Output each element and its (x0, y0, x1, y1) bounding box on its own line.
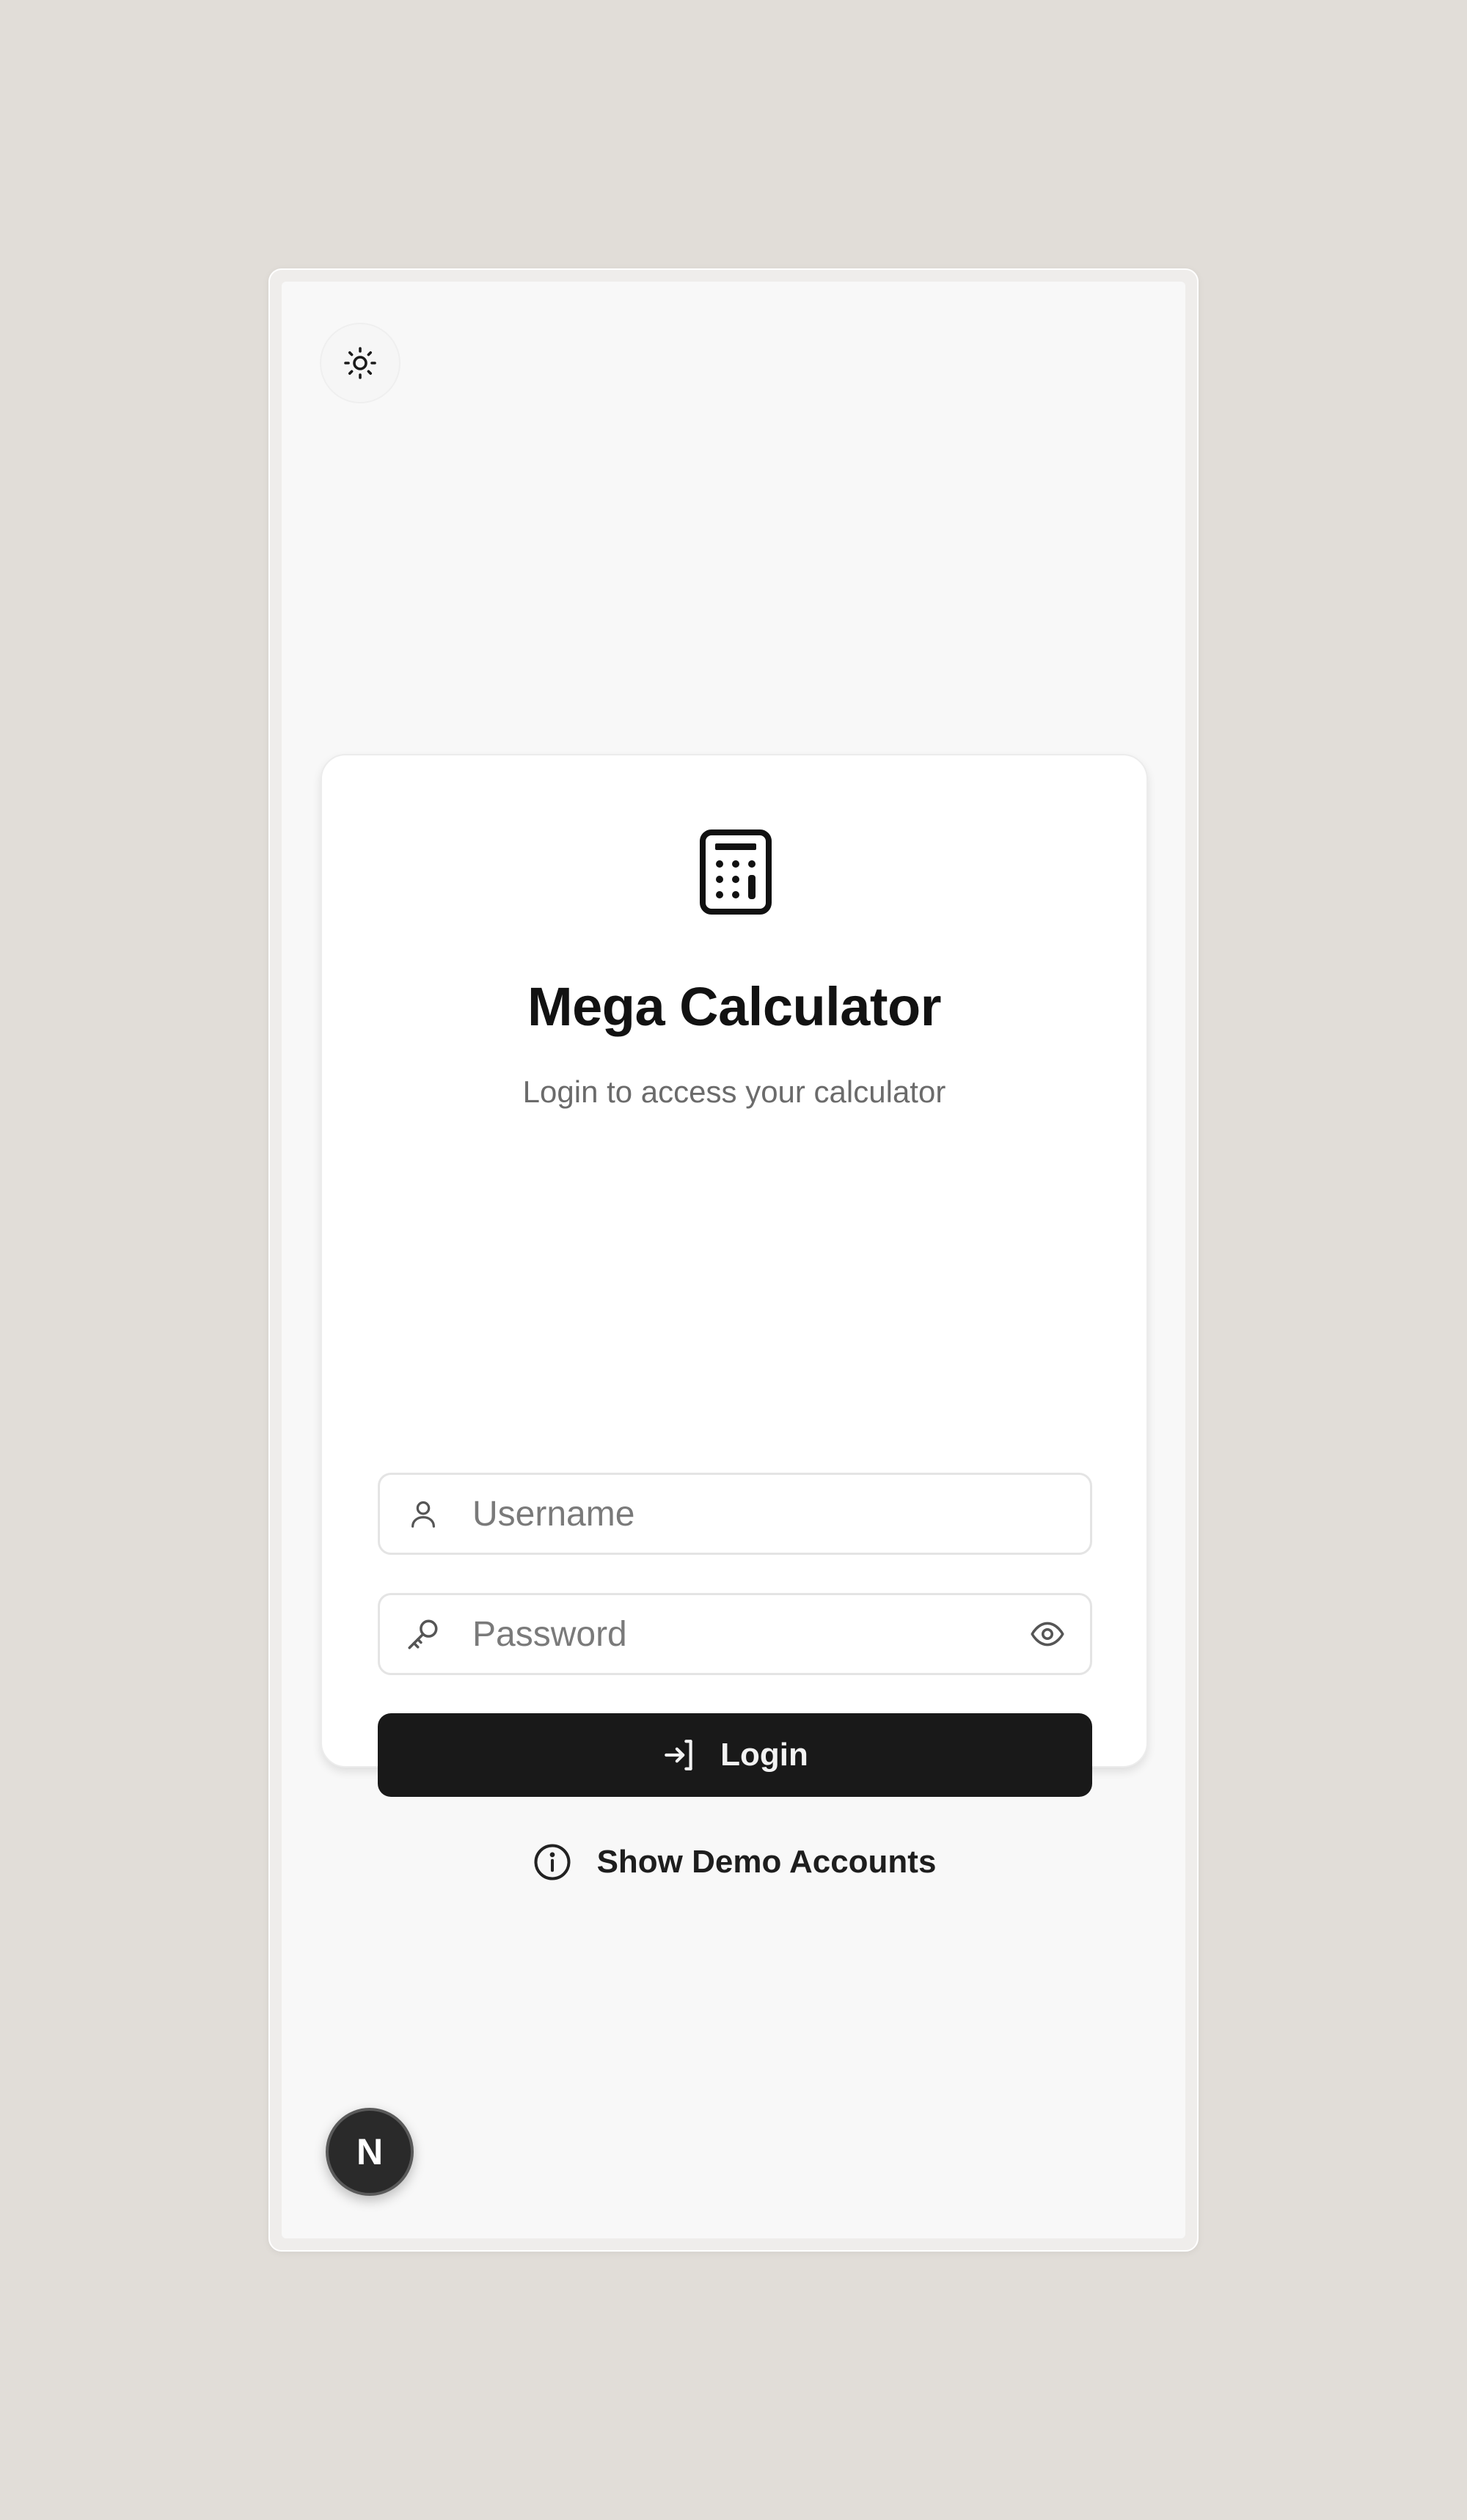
app-screen: Mega Calculator Login to access your cal… (282, 282, 1185, 2238)
app-title: Mega Calculator (527, 976, 942, 1037)
n-badge-letter: N (356, 2131, 384, 2172)
login-button[interactable]: Login (378, 1713, 1092, 1797)
show-demo-accounts-label: Show Demo Accounts (596, 1844, 937, 1880)
username-input[interactable] (472, 1475, 1030, 1553)
eye-icon (1031, 1622, 1064, 1647)
password-field[interactable] (378, 1593, 1092, 1675)
app-subtitle: Login to access your calculator (522, 1074, 946, 1109)
sun-icon (344, 347, 376, 379)
show-password-toggle[interactable] (1024, 1611, 1071, 1658)
calculator-icon (700, 829, 772, 915)
login-card: Mega Calculator Login to access your cal… (321, 754, 1148, 1880)
n-badge-button[interactable]: N (326, 2108, 414, 2196)
login-button-label: Login (720, 1737, 808, 1773)
log-in-icon (665, 1740, 692, 1770)
theme-toggle-button[interactable] (320, 323, 400, 403)
password-input[interactable] (472, 1595, 1030, 1673)
user-icon (403, 1494, 443, 1534)
show-demo-accounts-button[interactable]: Show Demo Accounts (322, 1836, 1146, 1888)
key-icon (403, 1614, 443, 1654)
username-field[interactable] (378, 1473, 1092, 1555)
device-frame: Mega Calculator Login to access your cal… (268, 268, 1199, 2252)
info-icon (534, 1844, 571, 1880)
